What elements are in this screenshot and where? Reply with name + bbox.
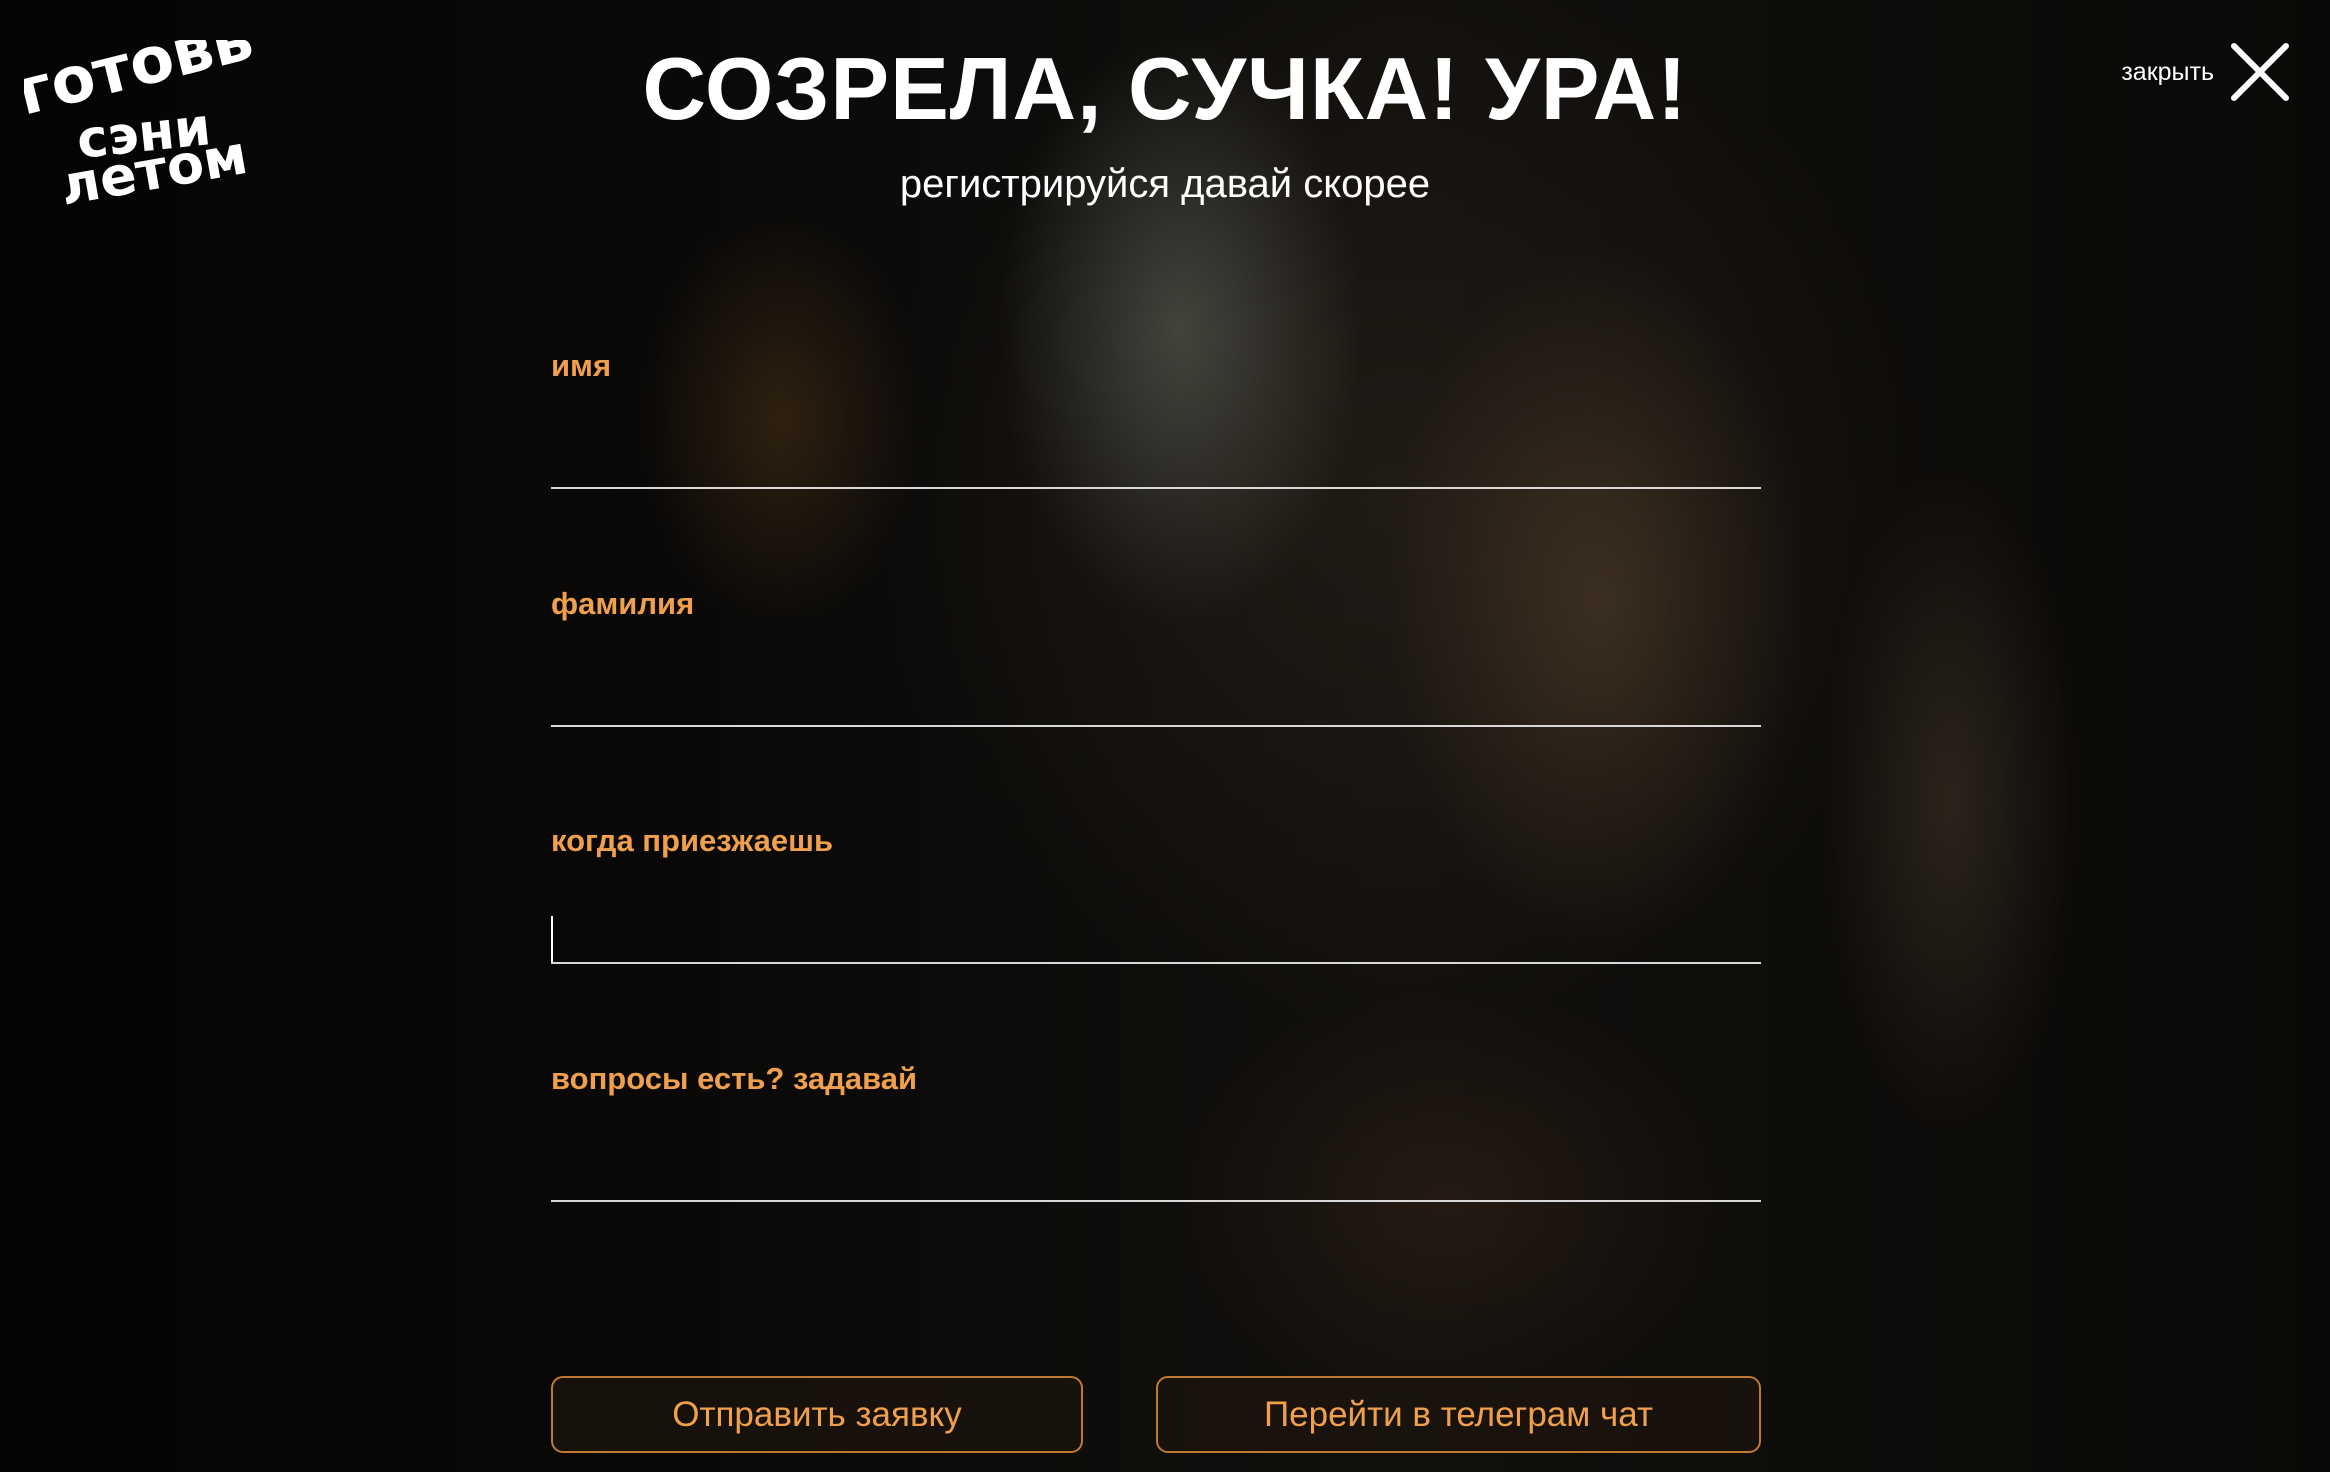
questions-input[interactable] [551,1150,1761,1202]
blurred-background [0,0,2330,1472]
page-title: СОЗРЕЛА, СУЧКА! УРА! [642,39,1688,138]
telegram-chat-button[interactable]: Перейти в телеграм чат [1156,1376,1761,1453]
text-cursor [551,916,553,962]
first-name-input[interactable] [551,437,1761,489]
last-name-field[interactable]: фамилия [551,586,1761,727]
page-subtitle: регистрируйся давай скорее [899,162,1431,206]
close-label: закрыть [2121,57,2214,86]
submit-button[interactable]: Отправить заявку [551,1376,1083,1453]
arrival-label: когда приезжаешь [551,823,833,858]
arrival-field[interactable]: когда приезжаешь [551,823,1761,964]
arrival-input[interactable] [551,912,1761,964]
first-name-field[interactable]: имя [551,348,1761,489]
close-button[interactable]: закрыть [2121,42,2290,102]
questions-field[interactable]: вопросы есть? задавай [551,1061,1761,1202]
first-name-label: имя [551,348,612,383]
close-icon [2231,43,2289,101]
last-name-input[interactable] [551,675,1761,727]
last-name-label: фамилия [551,586,695,621]
questions-label: вопросы есть? задавай [551,1061,918,1096]
